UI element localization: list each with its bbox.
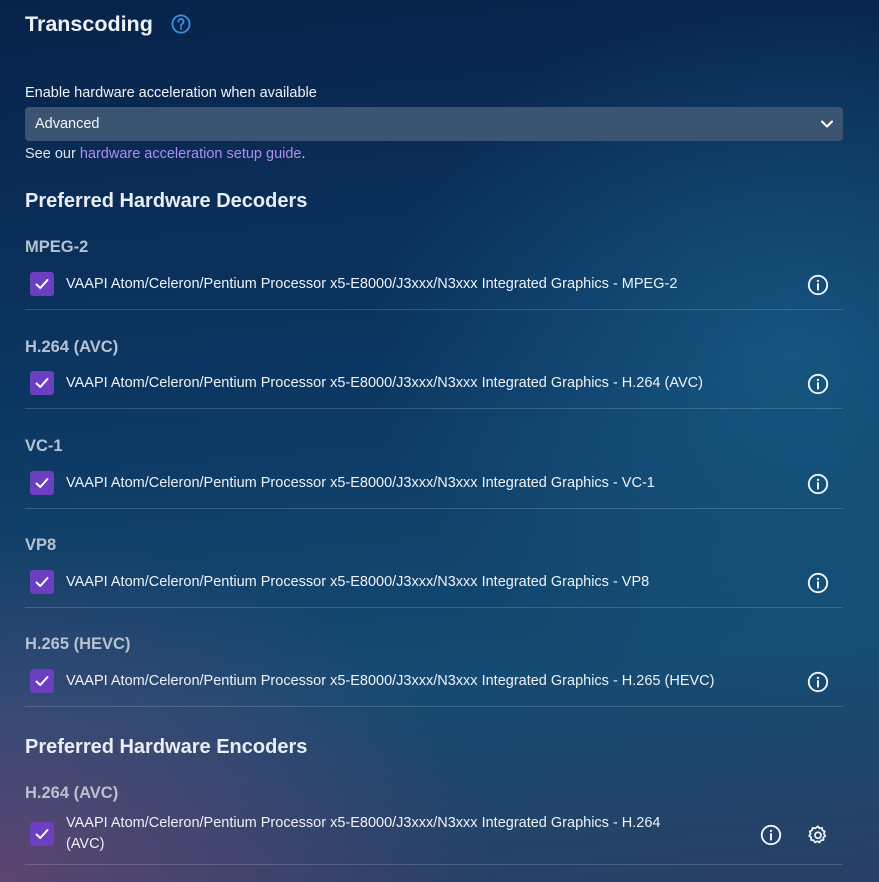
- decoder-label-vp8: VAAPI Atom/Celeron/Pentium Processor x5-…: [66, 574, 650, 590]
- info-icon[interactable]: [759, 823, 783, 847]
- decoder-label-mpeg2: VAAPI Atom/Celeron/Pentium Processor x5-…: [66, 276, 678, 292]
- hw-accel-selected-value: Advanced: [35, 116, 100, 132]
- codec-label-mpeg2: MPEG-2: [25, 238, 89, 256]
- info-icon[interactable]: [806, 571, 830, 595]
- decoder-row-h264: VAAPI Atom/Celeron/Pentium Processor x5-…: [25, 364, 843, 409]
- codec-label-h264: H.264 (AVC): [25, 338, 119, 356]
- codec-label-encoder-h264: H.264 (AVC): [25, 784, 119, 802]
- check-icon: [35, 478, 49, 488]
- decoder-label-h265: VAAPI Atom/Celeron/Pentium Processor x5-…: [66, 673, 715, 689]
- decoder-row-h265: VAAPI Atom/Celeron/Pentium Processor x5-…: [25, 662, 843, 707]
- decoder-row-vc1: VAAPI Atom/Celeron/Pentium Processor x5-…: [25, 464, 843, 509]
- guide-suffix: .: [301, 146, 306, 162]
- codec-label-vc1: VC-1: [25, 437, 63, 455]
- check-icon: [35, 279, 49, 289]
- encoder-checkbox-h264[interactable]: [30, 822, 54, 846]
- encoders-heading: Preferred Hardware Encoders: [25, 736, 308, 758]
- hw-accel-label: Enable hardware acceleration when availa…: [25, 85, 317, 101]
- decoder-label-h264: VAAPI Atom/Celeron/Pentium Processor x5-…: [66, 375, 703, 391]
- info-icon[interactable]: [806, 472, 830, 496]
- codec-label-h265: H.265 (HEVC): [25, 635, 131, 653]
- decoder-label-vc1: VAAPI Atom/Celeron/Pentium Processor x5-…: [66, 475, 655, 491]
- help-circle-icon[interactable]: [171, 14, 191, 34]
- decoder-row-vp8: VAAPI Atom/Celeron/Pentium Processor x5-…: [25, 563, 843, 608]
- decoder-checkbox-h265[interactable]: [30, 669, 54, 693]
- gear-icon[interactable]: [806, 823, 830, 847]
- setup-guide-link[interactable]: hardware acceleration setup guide: [80, 146, 302, 162]
- codec-label-vp8: VP8: [25, 536, 57, 554]
- info-icon[interactable]: [806, 273, 830, 297]
- chevron-down-icon: [819, 116, 835, 132]
- page-title: Transcoding: [25, 11, 153, 36]
- check-icon: [35, 577, 49, 587]
- check-icon: [35, 829, 49, 839]
- decoders-heading: Preferred Hardware Decoders: [25, 190, 308, 212]
- info-icon[interactable]: [806, 670, 830, 694]
- guide-prefix: See our: [25, 146, 80, 162]
- decoder-row-mpeg2: VAAPI Atom/Celeron/Pentium Processor x5-…: [25, 265, 843, 310]
- info-icon[interactable]: [806, 372, 830, 396]
- hw-accel-select[interactable]: Advanced: [25, 107, 843, 141]
- decoder-checkbox-h264[interactable]: [30, 371, 54, 395]
- decoder-checkbox-mpeg2[interactable]: [30, 272, 54, 296]
- setup-guide-text: See our hardware acceleration setup guid…: [25, 146, 306, 162]
- encoder-label-h264: VAAPI Atom/Celeron/Pentium Processor x5-…: [66, 813, 716, 855]
- decoder-checkbox-vc1[interactable]: [30, 471, 54, 495]
- encoder-label-line1: VAAPI Atom/Celeron/Pentium Processor x5-…: [66, 815, 661, 831]
- encoder-label-line2: (AVC): [66, 836, 105, 852]
- encoder-row-h264: VAAPI Atom/Celeron/Pentium Processor x5-…: [25, 810, 843, 865]
- decoder-checkbox-vp8[interactable]: [30, 570, 54, 594]
- check-icon: [35, 676, 49, 686]
- check-icon: [35, 378, 49, 388]
- title-row: Transcoding: [25, 9, 191, 39]
